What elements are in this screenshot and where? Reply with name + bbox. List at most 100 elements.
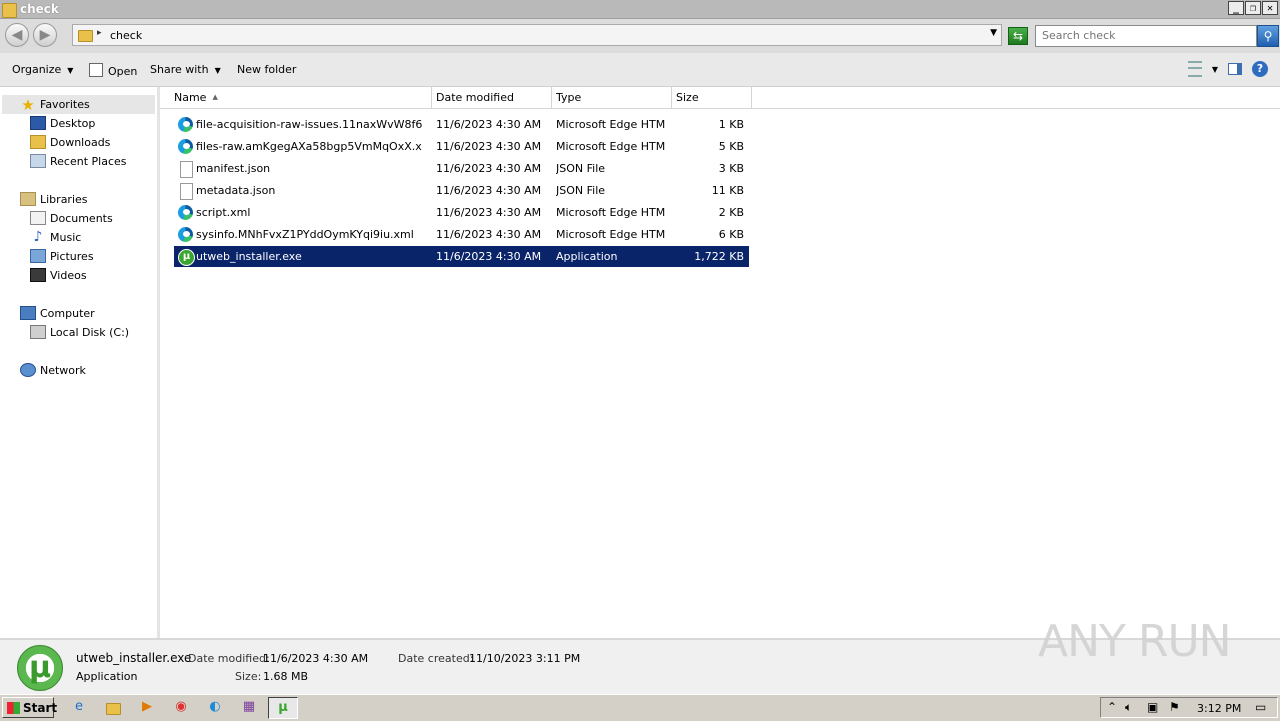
column-size-label: Size <box>676 91 699 104</box>
nav-pictures[interactable]: Pictures <box>30 249 94 263</box>
nav-downloads-label: Downloads <box>50 135 111 149</box>
nav-videos-label: Videos <box>50 268 87 282</box>
file-row[interactable]: sysinfo.MNhFvxZ1PYddOymKYqi9iu.xml 11/6/2… <box>174 224 749 245</box>
edge-icon <box>178 117 193 132</box>
volume-icon[interactable]: 🔈︎ <box>1125 700 1132 715</box>
file-size: 6 KB <box>718 228 744 241</box>
star-icon: ★ <box>21 95 35 114</box>
start-label: Start <box>23 701 58 715</box>
details-size-label: Size: <box>235 670 262 683</box>
breadcrumb-separator-icon[interactable]: ▸ <box>97 28 102 38</box>
nav-documents[interactable]: Documents <box>30 211 113 225</box>
nav-recent-places-label: Recent Places <box>50 154 127 168</box>
folder-icon <box>78 30 93 42</box>
file-type: Microsoft Edge HTM... <box>556 140 666 153</box>
file-list-pane: Name ▲ Date modified Type Size file-acqui… <box>160 87 1280 638</box>
file-name: file-acquisition-raw-issues.11naxWvW8f60… <box>196 118 422 131</box>
downloads-icon <box>30 135 46 149</box>
edge-icon <box>178 139 193 154</box>
details-pane: µ utweb_installer.exe Date modified: 11/… <box>0 616 1280 695</box>
file-row[interactable]: script.xml 11/6/2023 4:30 AM Microsoft Edg… <box>174 202 749 223</box>
file-explorer-taskbar-icon[interactable] <box>102 697 124 719</box>
desktop-icon <box>30 116 46 130</box>
nav-network[interactable]: Network <box>20 363 86 377</box>
forward-button[interactable]: ▶ <box>33 23 57 47</box>
nav-computer[interactable]: Computer <box>20 306 95 320</box>
address-box[interactable]: ▸ check ▼ <box>72 24 1002 46</box>
view-options-dropdown-icon[interactable]: ▼ <box>1212 65 1218 74</box>
show-hidden-icons-icon[interactable]: ⌃ <box>1107 700 1117 714</box>
file-size: 1 KB <box>718 118 744 131</box>
edge-icon[interactable]: ◐ <box>204 697 226 719</box>
nav-computer-label: Computer <box>40 306 95 320</box>
nav-music[interactable]: ♪ Music <box>30 230 82 244</box>
column-header-size[interactable]: Size <box>672 87 752 108</box>
search-button[interactable]: ⚲ <box>1257 25 1279 47</box>
new-folder-button[interactable]: New folder <box>237 63 296 76</box>
nav-libraries-label: Libraries <box>40 192 88 206</box>
windows-logo-icon <box>7 702 20 714</box>
open-icon <box>89 63 103 77</box>
file-row[interactable]: file-acquisition-raw-issues.11naxWvW8f60… <box>174 114 749 135</box>
nav-desktop[interactable]: Desktop <box>30 116 95 130</box>
clock[interactable]: 3:12 PM <box>1197 702 1241 715</box>
utorrent-icon: µ <box>17 645 63 691</box>
details-date-modified: 11/6/2023 4:30 AM <box>263 652 369 665</box>
system-tray: ⌃ 🔈︎ ▣ ⚑ 3:12 PM ▭ <box>1100 697 1278 718</box>
organize-menu[interactable]: Organize ▼ <box>12 63 73 76</box>
share-with-menu[interactable]: Share with ▼ <box>150 63 221 76</box>
nav-videos[interactable]: Videos <box>30 268 87 282</box>
file-row[interactable]: files-raw.amKgegAXa58bgp5VmMqOxX.xml 11/6… <box>174 136 749 157</box>
refresh-button[interactable]: ⇆ <box>1008 27 1028 45</box>
nav-libraries[interactable]: Libraries <box>20 192 88 206</box>
back-button[interactable]: ◀ <box>5 23 29 47</box>
breadcrumb-check[interactable]: check <box>110 29 142 42</box>
file-row[interactable]: manifest.json 11/6/2023 4:30 AM JSON File 3… <box>174 158 749 179</box>
search-box[interactable] <box>1035 25 1258 47</box>
nav-recent-places[interactable]: Recent Places <box>30 154 127 168</box>
internet-explorer-icon[interactable]: e <box>68 697 90 719</box>
nav-pictures-label: Pictures <box>50 249 94 263</box>
column-header-name[interactable]: Name ▲ <box>160 87 432 108</box>
nav-favorites-label: Favorites <box>40 98 90 111</box>
network-icon <box>20 363 36 377</box>
videos-icon <box>30 268 46 282</box>
file-name: utweb_installer.exe <box>196 250 302 263</box>
file-row[interactable]: µ utweb_installer.exe 11/6/2023 4:30 AM App… <box>174 246 749 267</box>
nav-local-disk[interactable]: Local Disk (C:) <box>30 325 129 339</box>
nav-network-label: Network <box>40 363 86 377</box>
nav-desktop-label: Desktop <box>50 116 96 130</box>
utorrent-taskbar-icon[interactable]: µ <box>268 697 298 719</box>
column-name-label: Name <box>174 91 207 104</box>
address-dropdown-icon[interactable]: ▼ <box>990 28 997 38</box>
search-input[interactable] <box>1036 26 1258 44</box>
network-tray-icon[interactable]: ▣ <box>1147 700 1158 714</box>
file-icon <box>180 161 193 178</box>
start-button[interactable]: Start <box>2 697 58 718</box>
close-button[interactable]: ✕ <box>1262 1 1278 15</box>
column-header-date[interactable]: Date modified <box>432 87 552 108</box>
winrar-icon[interactable]: ▦ <box>238 697 260 719</box>
change-view-icon[interactable] <box>1187 61 1202 77</box>
file-date: 11/6/2023 4:30 AM <box>436 162 542 175</box>
column-header-type[interactable]: Type <box>552 87 672 108</box>
new-folder-label: New folder <box>237 63 297 76</box>
file-row[interactable]: metadata.json 11/6/2023 4:30 AM JSON File 1… <box>174 180 749 201</box>
nav-local-disk-label: Local Disk (C:) <box>50 325 130 339</box>
file-date: 11/6/2023 4:30 AM <box>436 140 542 153</box>
file-type: Microsoft Edge HTM... <box>556 118 666 131</box>
minimize-button[interactable]: _ <box>1228 1 1244 15</box>
nav-favorites[interactable]: ★ Favorites <box>2 95 155 114</box>
show-desktop-icon[interactable]: ▭ <box>1255 700 1266 714</box>
restore-button[interactable]: ❐ <box>1245 1 1261 15</box>
help-icon[interactable]: ? <box>1252 61 1268 77</box>
action-center-flag-icon[interactable]: ⚑ <box>1169 700 1180 714</box>
title-bar: check _ ❐ ✕ <box>0 0 1280 19</box>
media-player-icon[interactable]: ▶ <box>136 697 158 719</box>
nav-downloads[interactable]: Downloads <box>30 135 110 149</box>
file-type: JSON File <box>556 184 606 197</box>
preview-pane-icon[interactable] <box>1228 63 1242 75</box>
file-name: sysinfo.MNhFvxZ1PYddOymKYqi9iu.xml <box>196 228 414 241</box>
chrome-icon[interactable]: ◉ <box>170 697 192 719</box>
open-button[interactable]: Open <box>89 63 137 78</box>
